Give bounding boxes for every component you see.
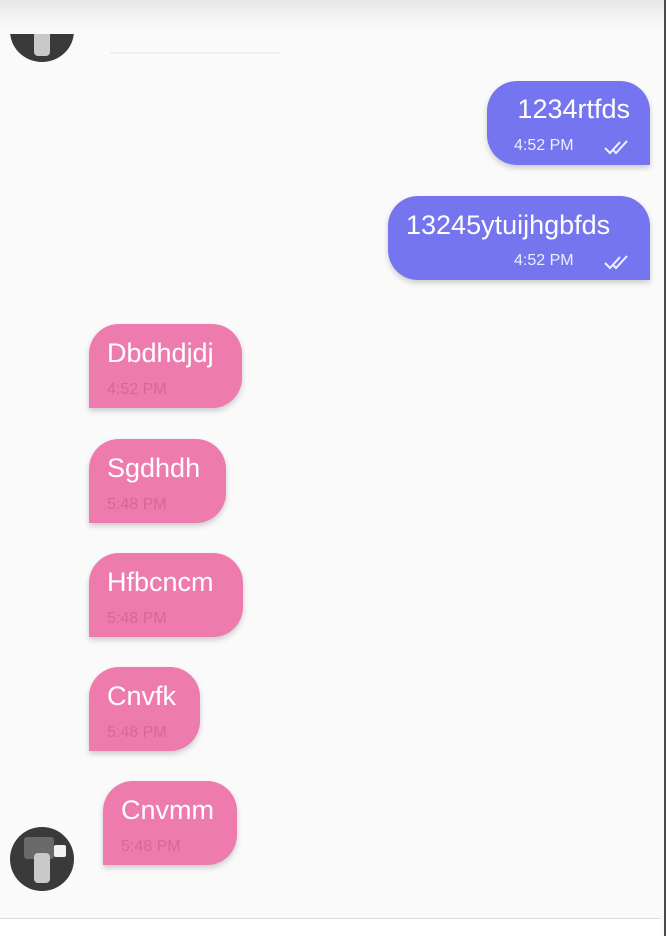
message-text: Cnvmm <box>121 795 214 825</box>
message-time: 4:52 PM <box>514 252 574 269</box>
message-text: 1234rtfds <box>517 94 630 124</box>
double-check-icon <box>604 255 628 270</box>
divider <box>110 52 280 54</box>
chat-screen: 1234rtfds 4:52 PM 13245ytuijhgbfds 4:52 … <box>0 0 666 936</box>
message-text: 13245ytuijhgbfds <box>406 210 611 240</box>
message-text: Dbdhdjdj <box>107 338 214 368</box>
outgoing-message-bubble[interactable]: 13245ytuijhgbfds 4:52 PM <box>388 196 650 280</box>
incoming-message-bubble[interactable]: Hfbcncm 5:48 PM <box>89 553 243 637</box>
contact-avatar[interactable] <box>10 827 74 891</box>
incoming-message-bubble[interactable]: Cnvfk 5:48 PM <box>89 667 200 751</box>
message-time: 4:52 PM <box>514 137 574 154</box>
message-time: 5:48 PM <box>107 496 167 513</box>
incoming-message-bubble[interactable]: Sgdhdh 5:48 PM <box>89 439 226 523</box>
message-text: Cnvfk <box>107 681 177 711</box>
message-time: 5:48 PM <box>107 724 167 741</box>
message-time: 5:48 PM <box>121 838 181 855</box>
outgoing-message-bubble[interactable]: 1234rtfds 4:52 PM <box>487 81 650 165</box>
incoming-message-bubble[interactable]: Cnvmm 5:48 PM <box>103 781 237 865</box>
top-app-bar-shadow <box>0 0 666 30</box>
double-check-icon <box>604 140 628 155</box>
message-text: Sgdhdh <box>107 453 201 483</box>
incoming-message-bubble[interactable]: Dbdhdjdj 4:52 PM <box>89 324 242 408</box>
message-time: 5:48 PM <box>107 610 167 627</box>
message-text: Hfbcncm <box>107 567 214 597</box>
message-time: 4:52 PM <box>107 381 167 398</box>
message-input-bar[interactable] <box>0 918 660 936</box>
